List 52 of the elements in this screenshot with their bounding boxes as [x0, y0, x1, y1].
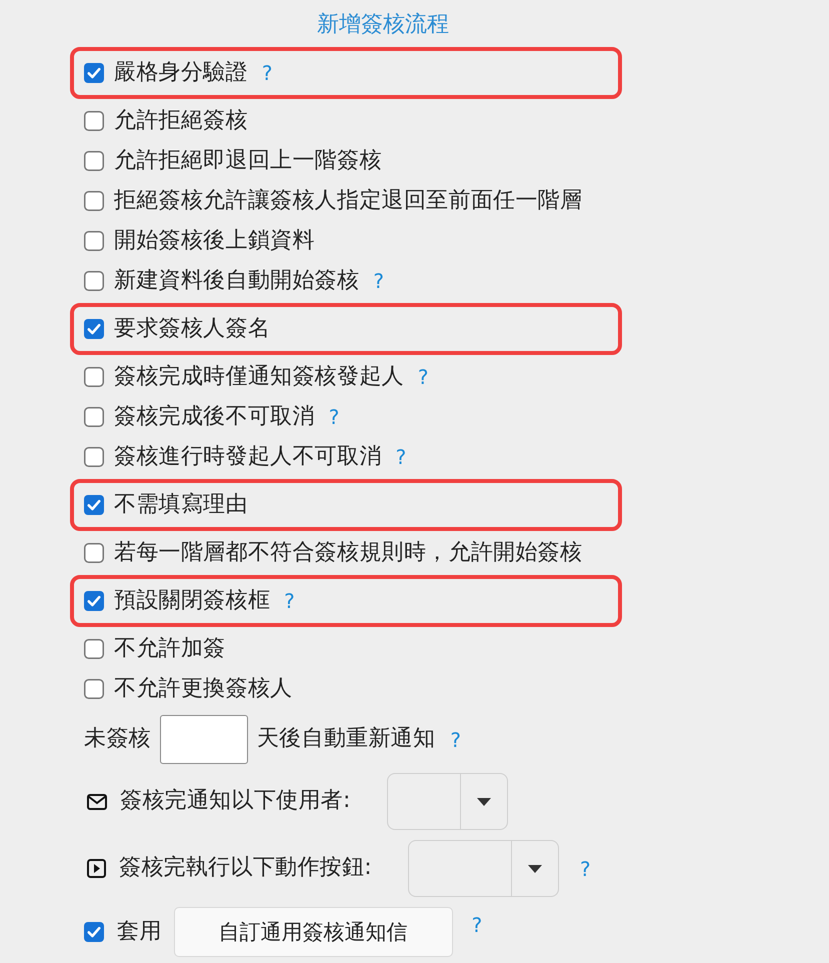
option-label: 允許拒絕即退回上一階簽核 — [114, 148, 382, 174]
reminder-suffix-label: 天後自動重新通知 — [256, 726, 436, 753]
checkbox[interactable] — [84, 495, 104, 515]
page-title: 新增簽核流程 — [317, 11, 449, 39]
help-icon[interactable]: ? — [580, 856, 591, 880]
play-icon — [87, 859, 106, 878]
checkbox[interactable] — [84, 639, 104, 659]
checkbox[interactable] — [84, 319, 104, 339]
help-icon[interactable]: ? — [284, 589, 295, 613]
checkbox[interactable] — [84, 63, 104, 83]
checkbox[interactable] — [84, 679, 104, 699]
option-label: 新建資料後自動開始簽核 — [114, 268, 360, 294]
reminder-prefix-label: 未簽核 — [84, 726, 151, 753]
help-icon[interactable]: ? — [396, 445, 406, 469]
option-label: 拒絕簽核允許讓簽核人指定退回至前面任一階層 — [114, 188, 582, 214]
checkbox[interactable] — [84, 543, 104, 563]
option-label: 簽核進行時發起人不可取消 — [114, 444, 382, 470]
help-icon[interactable]: ? — [328, 405, 340, 429]
help-icon[interactable]: ? — [262, 61, 272, 85]
option-label: 開始簽核後上鎖資料 — [114, 228, 315, 254]
notification-template-button[interactable]: 自訂通用簽核通知信 — [174, 907, 453, 957]
checkbox[interactable] — [84, 591, 104, 611]
option-label: 允許拒絕簽核 — [114, 108, 248, 134]
option-label: 若每一階層都不符合簽核規則時，允許開始簽核 — [114, 540, 582, 566]
option-label: 不允許加簽 — [114, 636, 226, 662]
option-label: 不需填寫理由 — [114, 492, 248, 518]
notify-users-label: 簽核完通知以下使用者: — [120, 788, 351, 815]
apply-label: 套用 — [117, 918, 162, 946]
run-action-label: 簽核完執行以下動作按鈕: — [119, 855, 372, 882]
checkbox[interactable] — [84, 407, 104, 427]
checkbox[interactable] — [84, 111, 104, 131]
help-icon[interactable]: ? — [450, 728, 461, 752]
envelope-icon — [87, 794, 107, 810]
checkbox[interactable] — [84, 191, 104, 211]
caret-icon — [528, 864, 542, 872]
caret-icon — [476, 798, 491, 806]
checkbox[interactable] — [84, 231, 104, 251]
help-icon[interactable]: ? — [418, 365, 429, 389]
days-input[interactable] — [160, 715, 248, 764]
option-label: 要求簽核人簽名 — [114, 316, 270, 342]
checkbox[interactable] — [84, 447, 104, 467]
checkbox[interactable] — [84, 922, 104, 942]
option-label: 預設關閉簽核框 — [114, 588, 270, 614]
option-label: 簽核完成後不可取消 — [114, 404, 315, 430]
option-label: 不允許更換簽核人 — [114, 676, 292, 702]
checkbox[interactable] — [84, 271, 104, 291]
checkbox[interactable] — [84, 367, 104, 387]
help-icon[interactable]: ? — [373, 269, 384, 293]
checkbox[interactable] — [84, 151, 104, 171]
help-icon[interactable]: ? — [472, 913, 482, 937]
option-label: 嚴格身分驗證 — [114, 60, 248, 86]
option-label: 簽核完成時僅通知簽核發起人 — [114, 364, 404, 390]
